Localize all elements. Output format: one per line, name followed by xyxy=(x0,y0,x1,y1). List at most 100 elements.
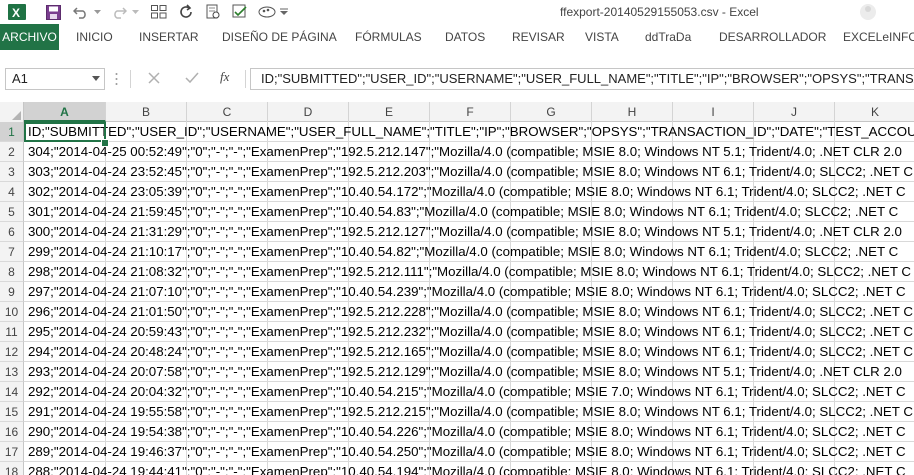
row-header[interactable]: 8 xyxy=(0,262,24,282)
column-header-a[interactable]: A xyxy=(24,102,106,122)
table-row: 15 291;"2014-04-24 19:55:58";"0";"-";"-"… xyxy=(0,402,914,422)
cell-a15[interactable]: 291;"2014-04-24 19:55:58";"0";"-";"-";"E… xyxy=(28,402,913,422)
title-bar: X ffexport-20140529155053.csv - Excel xyxy=(0,0,914,24)
row-header[interactable]: 5 xyxy=(0,202,24,222)
cell-a18[interactable]: 288;"2014-04-24 19:44:41";"0";"-";"-";"E… xyxy=(28,462,906,475)
row-header[interactable]: 6 xyxy=(0,222,24,242)
quick-access-toolbar: X xyxy=(6,0,290,24)
formula-separator-2 xyxy=(245,70,246,88)
table-row: 7 299;"2014-04-24 21:10:17";"0";"-";"-";… xyxy=(0,242,914,262)
tab-exceleinfo[interactable]: EXCELeINFO xyxy=(843,24,914,50)
tab-insertar[interactable]: INSERTAR xyxy=(139,24,199,50)
print-preview-icon[interactable] xyxy=(202,1,224,23)
table-row: 14 292;"2014-04-24 20:04:32";"0";"-";"-"… xyxy=(0,382,914,402)
worksheet-grid[interactable]: A B C D E F G H I J K 1 ID;"SUBMITTED";"… xyxy=(0,102,914,475)
cell-a9[interactable]: 297;"2014-04-24 21:07:10";"0";"-";"-";"E… xyxy=(28,282,906,302)
table-row: 16 290;"2014-04-24 19:54:38";"0";"-";"-"… xyxy=(0,422,914,442)
undo-icon[interactable] xyxy=(70,1,92,23)
cell-a4[interactable]: 302;"2014-04-24 23:05:39";"0";"-";"-";"E… xyxy=(28,182,906,202)
name-box[interactable]: A1 xyxy=(5,68,105,90)
cell-a14[interactable]: 292;"2014-04-24 20:04:32";"0";"-";"-";"E… xyxy=(28,382,906,402)
cell-a12[interactable]: 294;"2014-04-24 20:48:24";"0";"-";"-";"E… xyxy=(28,342,913,362)
formula-input[interactable]: ID;"SUBMITTED";"USER_ID";"USERNAME";"USE… xyxy=(250,68,914,90)
cell-a5[interactable]: 301;"2014-04-24 21:59:45";"0";"-";"-";"E… xyxy=(28,202,898,222)
cell-a1[interactable]: ID;"SUBMITTED";"USER_ID";"USERNAME";"USE… xyxy=(28,122,914,142)
table-row: 4 302;"2014-04-24 23:05:39";"0";"-";"-";… xyxy=(0,182,914,202)
cell-a13[interactable]: 293;"2014-04-24 20:07:58";"0";"-";"-";"E… xyxy=(28,362,902,382)
column-header-c[interactable]: C xyxy=(187,102,268,122)
row-header[interactable]: 16 xyxy=(0,422,24,442)
tab-archivo[interactable]: ARCHIVO xyxy=(0,24,59,50)
formula-bar-grip-icon[interactable] xyxy=(115,72,118,86)
cell-a11[interactable]: 295;"2014-04-24 20:59:43";"0";"-";"-";"E… xyxy=(28,322,913,342)
column-header-h[interactable]: H xyxy=(592,102,673,122)
select-all-button[interactable] xyxy=(0,102,24,122)
column-header-f[interactable]: F xyxy=(430,102,511,122)
refresh-icon[interactable] xyxy=(175,1,197,23)
cell-a16[interactable]: 290;"2014-04-24 19:54:38";"0";"-";"-";"E… xyxy=(28,422,906,442)
cell-a10[interactable]: 296;"2014-04-24 21:01:50";"0";"-";"-";"E… xyxy=(28,302,913,322)
table-row: 3 303;"2014-04-24 23:52:45";"0";"-";"-";… xyxy=(0,162,914,182)
table-row: 12 294;"2014-04-24 20:48:24";"0";"-";"-"… xyxy=(0,342,914,362)
table-row: 17 289;"2014-04-24 19:46:37";"0";"-";"-"… xyxy=(0,442,914,462)
column-header-e[interactable]: E xyxy=(349,102,430,122)
svg-text:X: X xyxy=(12,6,20,20)
row-header[interactable]: 17 xyxy=(0,442,24,462)
quick-tool-icon[interactable] xyxy=(148,1,170,23)
insert-function-button[interactable]: fx xyxy=(220,69,229,85)
table-row: 5 301;"2014-04-24 21:59:45";"0";"-";"-";… xyxy=(0,202,914,222)
column-header-g[interactable]: G xyxy=(511,102,592,122)
spelling-icon[interactable] xyxy=(229,1,251,23)
row-header[interactable]: 12 xyxy=(0,342,24,362)
window-title: ffexport-20140529155053.csv - Excel xyxy=(560,5,759,19)
excel-icon[interactable]: X xyxy=(6,1,28,23)
row-header[interactable]: 1 xyxy=(0,122,24,142)
cell-a3[interactable]: 303;"2014-04-24 23:52:45";"0";"-";"-";"E… xyxy=(28,162,913,182)
cancel-icon[interactable] xyxy=(147,71,161,90)
name-box-dropdown-icon[interactable] xyxy=(92,76,100,81)
active-cell-selection xyxy=(24,122,106,142)
row-header[interactable]: 3 xyxy=(0,162,24,182)
table-row: 10 296;"2014-04-24 21:01:50";"0";"-";"-"… xyxy=(0,302,914,322)
row-header[interactable]: 18 xyxy=(0,462,24,475)
row-header[interactable]: 10 xyxy=(0,302,24,322)
enter-icon[interactable] xyxy=(184,71,200,90)
tab-ddtrada[interactable]: ddTraDa xyxy=(645,24,691,50)
row-header[interactable]: 15 xyxy=(0,402,24,422)
column-header-i[interactable]: I xyxy=(673,102,754,122)
tab-vista[interactable]: VISTA xyxy=(585,24,619,50)
tab-inicio[interactable]: INICIO xyxy=(76,24,113,50)
cell-a6[interactable]: 300;"2014-04-24 21:31:29";"0";"-";"-";"E… xyxy=(28,222,902,242)
row-header[interactable]: 7 xyxy=(0,242,24,262)
tab-formulas[interactable]: FÓRMULAS xyxy=(355,24,422,50)
table-row: 8 298;"2014-04-24 21:08:32";"0";"-";"-";… xyxy=(0,262,914,282)
tab-revisar[interactable]: REVISAR xyxy=(512,24,565,50)
column-header-b[interactable]: B xyxy=(106,102,187,122)
undo-dropdown-icon[interactable] xyxy=(92,1,102,23)
row-header[interactable]: 13 xyxy=(0,362,24,382)
row-header[interactable]: 11 xyxy=(0,322,24,342)
save-icon[interactable] xyxy=(42,1,64,23)
tab-diseno-de-pagina[interactable]: DISEÑO DE PÁGINA xyxy=(222,24,337,50)
column-header-j[interactable]: J xyxy=(754,102,835,122)
paint-icon[interactable] xyxy=(256,1,278,23)
table-row: 1 ID;"SUBMITTED";"USER_ID";"USERNAME";"U… xyxy=(0,122,914,142)
fill-handle[interactable] xyxy=(101,139,109,147)
row-header[interactable]: 9 xyxy=(0,282,24,302)
redo-dropdown-icon[interactable] xyxy=(130,1,140,23)
row-header[interactable]: 4 xyxy=(0,182,24,202)
column-header-k[interactable]: K xyxy=(835,102,914,122)
cell-a17[interactable]: 289;"2014-04-24 19:46:37";"0";"-";"-";"E… xyxy=(28,442,906,462)
tab-desarrollador[interactable]: DESARROLLADOR xyxy=(719,24,826,50)
cell-a8[interactable]: 298;"2014-04-24 21:08:32";"0";"-";"-";"E… xyxy=(28,262,911,282)
customize-icon[interactable] xyxy=(278,1,290,23)
row-header[interactable]: 14 xyxy=(0,382,24,402)
cell-a2[interactable]: 304;"2014-04-25 00:52:49";"0";"-";"-";"E… xyxy=(28,142,902,162)
column-header-d[interactable]: D xyxy=(268,102,349,122)
redo-icon[interactable] xyxy=(108,1,130,23)
table-row: 11 295;"2014-04-24 20:59:43";"0";"-";"-"… xyxy=(0,322,914,342)
table-row: 2 304;"2014-04-25 00:52:49";"0";"-";"-";… xyxy=(0,142,914,162)
row-header[interactable]: 2 xyxy=(0,142,24,162)
tab-datos[interactable]: DATOS xyxy=(445,24,485,50)
cell-a7[interactable]: 299;"2014-04-24 21:10:17";"0";"-";"-";"E… xyxy=(28,242,898,262)
